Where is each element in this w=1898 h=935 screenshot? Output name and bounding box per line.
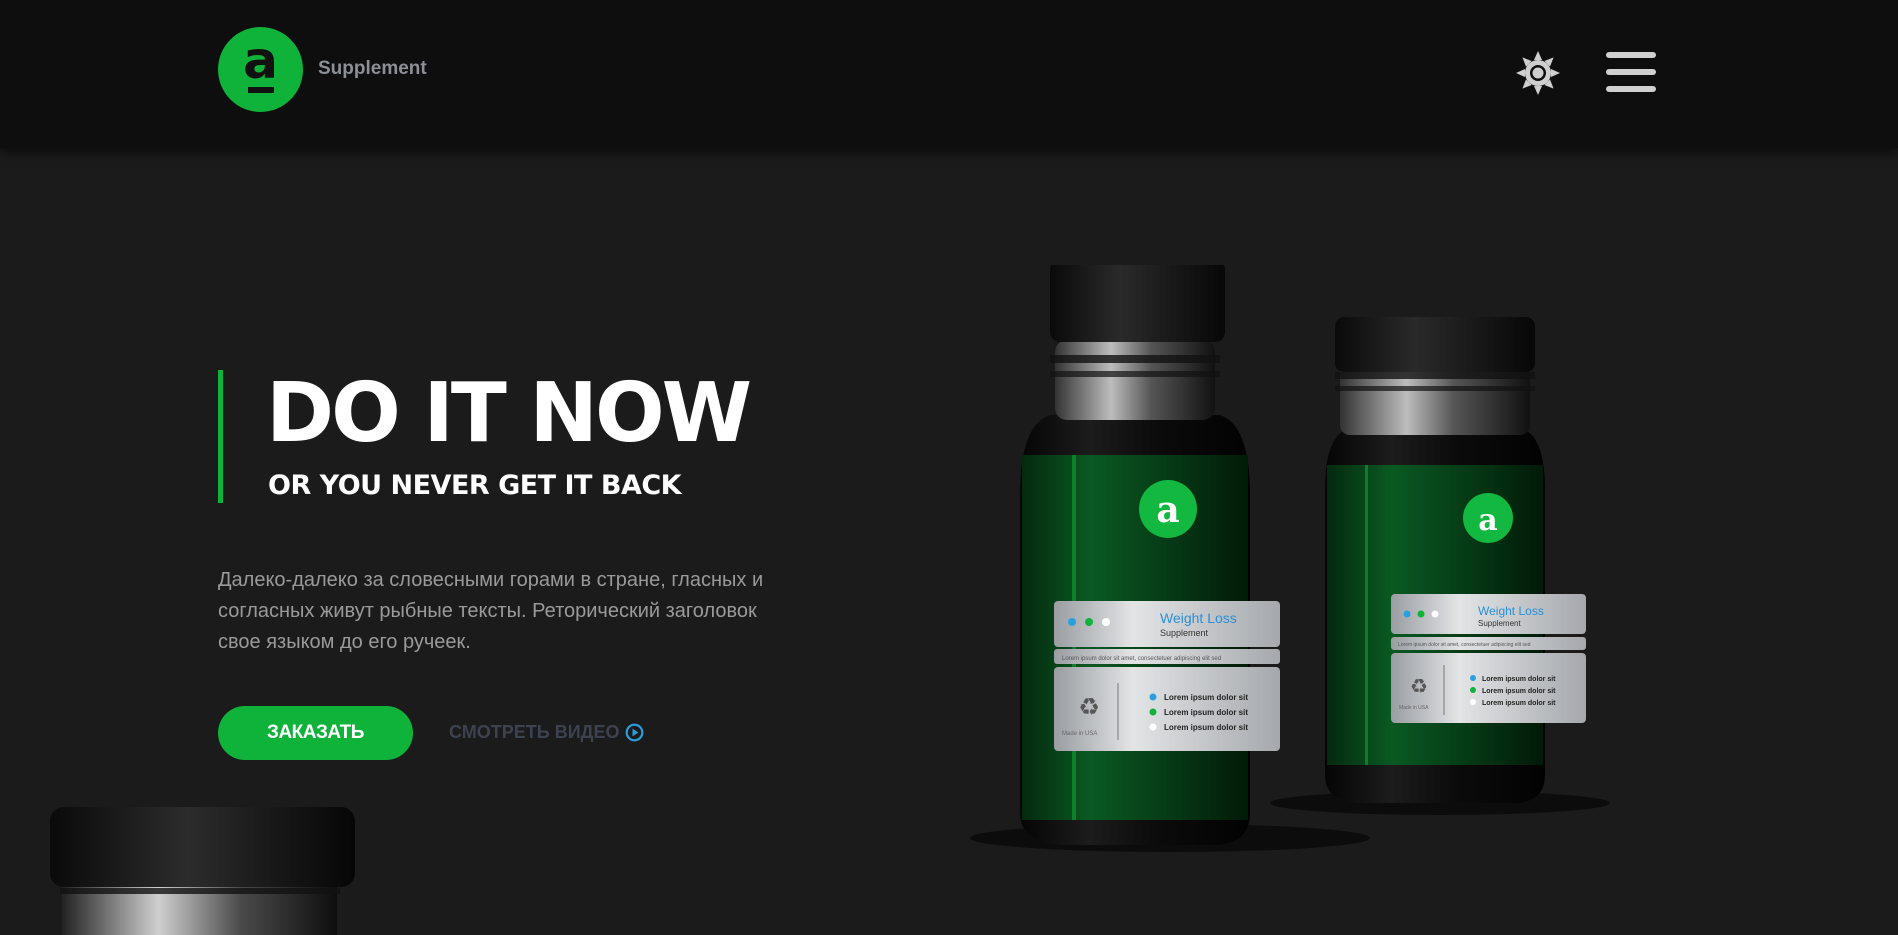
theme-toggle-button[interactable] — [1515, 50, 1561, 96]
label-subtitle: Supplement — [1160, 628, 1209, 638]
hero-title: DO IT NOW — [266, 366, 752, 461]
product-bottles-image: a Weight Loss Supplement Lorem ipsum dol… — [970, 265, 1610, 852]
small-bottle: a Weight Loss Supplement Lorem ipsum dol… — [1270, 317, 1610, 815]
label-line: Lorem ipsum dolor sit amet, consectetuer… — [1398, 642, 1531, 648]
brand-name: Supplement — [318, 58, 427, 79]
logo-letter: a — [242, 31, 279, 91]
menu-icon-line — [1606, 69, 1656, 75]
title-accent-bar — [218, 370, 223, 503]
sun-icon — [1516, 51, 1560, 95]
svg-text:a: a — [1478, 503, 1497, 538]
menu-icon-line — [1606, 86, 1656, 92]
large-bottle: a Weight Loss Supplement Lorem ipsum dol… — [970, 265, 1370, 852]
recycle-icon: ♻ — [1410, 674, 1428, 698]
partial-jar-image — [50, 807, 355, 935]
order-button[interactable]: ЗАКАЗАТЬ — [218, 706, 413, 760]
logo-underline — [248, 87, 274, 93]
label-origin: Made in USA — [1062, 731, 1097, 737]
site-header: a Supplement — [0, 0, 1898, 148]
logo[interactable]: a — [218, 27, 303, 112]
label-bullet: Lorem ipsum dolor sit — [1482, 676, 1556, 683]
play-circle-icon — [626, 723, 644, 742]
label-title: Weight Loss — [1478, 604, 1544, 618]
svg-text:a: a — [1156, 489, 1179, 531]
label-bullet: Lorem ipsum dolor sit — [1164, 723, 1248, 732]
label-bullet: Lorem ipsum dolor sit — [1164, 693, 1248, 702]
hero-description: Далеко-далеко за словесными горами в стр… — [218, 569, 764, 653]
label-origin: Made in USA — [1399, 705, 1429, 711]
watch-video-link[interactable]: СМОТРЕТЬ ВИДЕО — [449, 722, 644, 743]
label-bullet: Lorem ipsum dolor sit — [1164, 708, 1248, 717]
label-title: Weight Loss — [1160, 610, 1237, 626]
recycle-icon: ♻ — [1078, 693, 1100, 721]
hero-subtitle: OR YOU NEVER GET IT BACK — [268, 470, 682, 501]
hamburger-menu-icon — [1606, 52, 1656, 58]
watch-video-label: СМОТРЕТЬ ВИДЕО — [449, 722, 620, 742]
label-bullet: Lorem ipsum dolor sit — [1482, 700, 1556, 707]
label-subtitle: Supplement — [1478, 619, 1521, 628]
menu-button[interactable] — [1606, 52, 1656, 92]
label-bullet: Lorem ipsum dolor sit — [1482, 688, 1556, 695]
label-line: Lorem ipsum dolor sit amet, consectetuer… — [1062, 656, 1221, 662]
